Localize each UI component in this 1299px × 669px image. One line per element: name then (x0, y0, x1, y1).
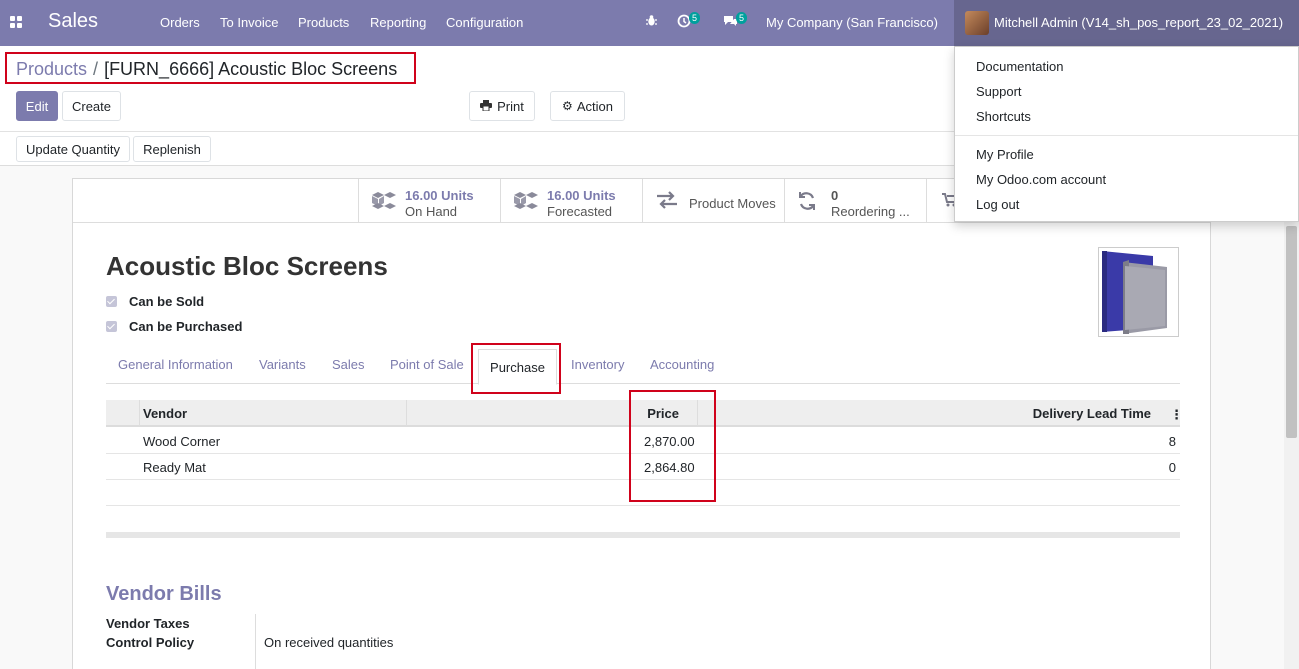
can-be-purchased-label: Can be Purchased (129, 319, 243, 334)
user-dropdown-menu: Documentation Support Shortcuts My Profi… (954, 46, 1299, 222)
purchase-stat-button[interactable] (926, 179, 959, 223)
field-divider (255, 614, 256, 669)
menu-reporting[interactable]: Reporting (370, 15, 426, 30)
edit-button[interactable]: Edit (16, 91, 58, 121)
on-hand-button[interactable]: 16.00 Units On Hand (358, 179, 500, 223)
menu-item-shortcuts[interactable]: Shortcuts (976, 109, 1031, 124)
vendor-bills-title: Vendor Bills (106, 583, 222, 605)
action-button[interactable]: ⚙ Action (550, 91, 625, 121)
menu-divider (955, 135, 1298, 136)
forecast-button[interactable]: 16.00 Units Forecasted (500, 179, 642, 223)
column-header-lead-time[interactable]: Delivery Lead Time (698, 400, 1180, 427)
cubes-icon (513, 191, 539, 219)
tab-general-information[interactable]: General Information (118, 357, 233, 372)
product-moves-label: Product Moves (689, 196, 776, 211)
can-be-sold-row[interactable]: Can be Sold (106, 294, 204, 309)
user-menu-toggle[interactable]: Mitchell Admin (V14_sh_pos_report_23_02_… (954, 0, 1299, 46)
user-name: Mitchell Admin (V14_sh_pos_report_23_02_… (994, 15, 1284, 30)
menu-orders[interactable]: Orders (160, 15, 200, 30)
purchase-tab-highlight-box (471, 343, 561, 394)
avatar (965, 11, 989, 35)
breadcrumb-highlight-box (5, 52, 416, 84)
kebab-icon[interactable]: ⋮ (1170, 407, 1183, 423)
lead-time-cell: 0 (1168, 460, 1176, 475)
table-footer (106, 532, 1180, 538)
top-navbar: Sales Orders To Invoice Products Reporti… (0, 0, 1299, 46)
menu-item-log-out[interactable]: Log out (976, 197, 1019, 212)
replenish-button[interactable]: Replenish (133, 136, 211, 162)
column-header-vendor[interactable]: Vendor (140, 400, 407, 427)
vendor-taxes-label: Vendor Taxes (106, 616, 190, 631)
menu-item-odoo-account[interactable]: My Odoo.com account (976, 172, 1106, 187)
activity-badge: 5 (689, 12, 701, 24)
reordering-value: 0 (831, 188, 839, 203)
apps-icon[interactable] (10, 16, 22, 28)
reordering-label: Reordering ... (831, 204, 910, 219)
print-icon (480, 99, 493, 114)
cubes-icon (371, 191, 397, 219)
table-header-handle (106, 400, 140, 427)
menu-item-support[interactable]: Support (976, 84, 1022, 99)
can-be-sold-checkbox[interactable] (106, 296, 117, 307)
tab-point-of-sale[interactable]: Point of Sale (390, 357, 464, 372)
refresh-icon (797, 191, 817, 217)
update-quantity-button[interactable]: Update Quantity (16, 136, 130, 162)
product-moves-button[interactable]: Product Moves (642, 179, 784, 223)
vendor-cell: Ready Mat (143, 460, 206, 475)
tab-accounting[interactable]: Accounting (650, 357, 714, 372)
menu-item-documentation[interactable]: Documentation (976, 59, 1063, 74)
message-badge: 5 (736, 12, 748, 24)
scrollbar-thumb[interactable] (1286, 226, 1297, 438)
tab-inventory[interactable]: Inventory (571, 357, 624, 372)
action-label: Action (576, 98, 613, 114)
forecast-label: Forecasted (547, 204, 613, 219)
notebook-tabs: General Information Variants Sales Point… (106, 343, 1180, 385)
price-column-highlight-box (629, 390, 716, 502)
tab-sales[interactable]: Sales (332, 357, 365, 372)
control-policy-value[interactable]: On received quantities (264, 635, 393, 650)
menu-to-invoice[interactable]: To Invoice (220, 15, 279, 30)
lead-time-cell: 8 (1168, 434, 1176, 449)
menu-item-my-profile[interactable]: My Profile (976, 147, 1034, 162)
print-label: Print (497, 98, 524, 114)
tab-variants[interactable]: Variants (259, 357, 306, 372)
product-image[interactable] (1098, 247, 1179, 337)
company-switcher[interactable]: My Company (San Francisco) (766, 15, 938, 30)
menu-products[interactable]: Products (298, 15, 349, 30)
vendor-cell: Wood Corner (143, 434, 221, 449)
print-button[interactable]: Print (469, 91, 535, 121)
can-be-purchased-row[interactable]: Can be Purchased (106, 319, 242, 334)
exchange-icon (655, 191, 679, 215)
control-policy-label: Control Policy (106, 635, 195, 650)
create-button[interactable]: Create (62, 91, 121, 121)
on-hand-value: 16.00 Units (405, 188, 474, 203)
on-hand-label: On Hand (405, 204, 458, 219)
gear-icon: ⚙ (562, 99, 573, 113)
forecast-value: 16.00 Units (547, 188, 616, 203)
can-be-sold-label: Can be Sold (129, 294, 205, 309)
app-name[interactable]: Sales (48, 10, 98, 33)
form-sheet: 16.00 Units On Hand 16.00 Units Forecast… (72, 178, 1211, 669)
product-title: Acoustic Bloc Screens (106, 251, 388, 281)
bug-icon[interactable] (645, 14, 658, 30)
reordering-button[interactable]: 0 Reordering ... (784, 179, 926, 223)
menu-configuration[interactable]: Configuration (446, 15, 523, 30)
can-be-purchased-checkbox[interactable] (106, 321, 117, 332)
